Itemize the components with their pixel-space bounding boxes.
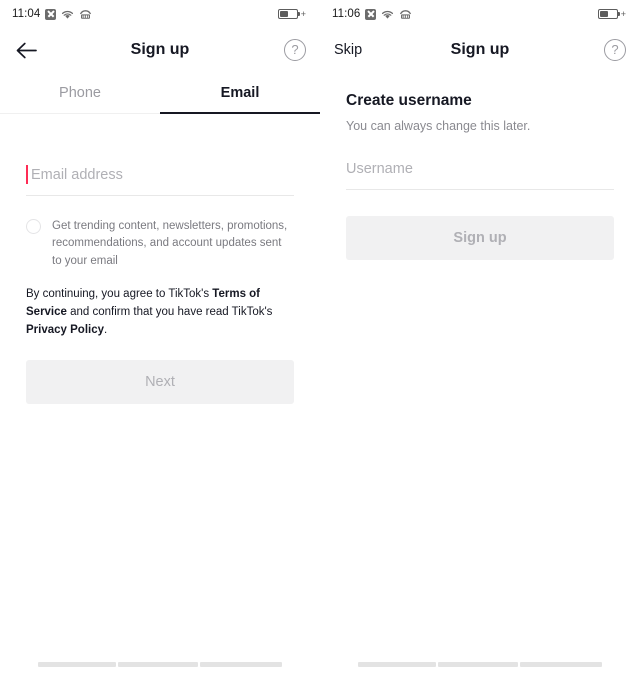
battery-icon [277, 9, 300, 19]
email-signup-form: Email address Get trending content, news… [0, 114, 320, 404]
dual-screen-container: 11:04 + Sign up ? Phone Email Email addr… [0, 0, 640, 675]
help-icon-label: ? [291, 42, 299, 57]
status-bar-left: 11:06 [332, 8, 412, 20]
create-username-screen: 11:06 + Skip Sign up ? Create username Y… [320, 0, 640, 675]
username-input[interactable]: Username [346, 160, 614, 190]
home-indicator-segment[interactable] [438, 662, 518, 667]
home-indicator-segment[interactable] [38, 662, 116, 667]
x-box-icon [45, 8, 57, 20]
home-indicator-segment[interactable] [520, 662, 602, 667]
text-caret [26, 165, 28, 184]
create-username-form: Create username You can always change th… [320, 72, 640, 260]
tab-phone-label: Phone [59, 84, 101, 101]
x-box-icon [365, 8, 377, 20]
email-input-placeholder: Email address [31, 167, 123, 183]
battery-charging-icon: + [620, 8, 626, 19]
page-title: Sign up [450, 41, 510, 58]
wifi-icon [61, 9, 74, 20]
battery-icon [597, 9, 620, 19]
battery-charging-icon: + [300, 8, 306, 19]
status-time: 11:04 [12, 8, 41, 20]
status-bar: 11:04 + [0, 0, 320, 28]
tab-email[interactable]: Email [160, 72, 320, 114]
battery-cap [617, 12, 620, 17]
home-indicator-segment[interactable] [118, 662, 198, 667]
home-indicator-bar [0, 662, 320, 667]
help-icon-label: ? [611, 42, 619, 57]
consent-checkbox[interactable] [26, 219, 41, 234]
tab-email-label: Email [220, 84, 260, 101]
terms-suffix: . [104, 324, 108, 337]
wifi-icon [381, 9, 394, 20]
signup-button-label: Sign up [453, 230, 507, 246]
status-bar: 11:06 + [320, 0, 640, 28]
terms-text: By continuing, you agree to TikTok's Ter… [26, 286, 294, 339]
signup-email-screen: 11:04 + Sign up ? Phone Email Email addr… [0, 0, 320, 675]
signal-icon [79, 9, 92, 20]
battery-fill [279, 11, 288, 17]
nav-header: Sign up ? [0, 28, 320, 72]
status-bar-left: 11:04 [12, 8, 92, 20]
section-subtitle: You can always change this later. [346, 119, 531, 133]
email-input[interactable]: Email address [26, 165, 294, 196]
privacy-policy-link[interactable]: Privacy Policy [26, 324, 104, 336]
skip-button[interactable]: Skip [334, 42, 362, 58]
terms-middle: and confirm that you have read TikTok's [66, 306, 273, 319]
nav-header: Skip Sign up ? [320, 28, 640, 72]
battery-cap [297, 12, 300, 17]
signal-icon [399, 9, 412, 20]
page-title: Sign up [130, 41, 190, 58]
signup-button[interactable]: Sign up [346, 216, 614, 260]
help-icon[interactable]: ? [604, 39, 626, 61]
home-indicator-segment[interactable] [200, 662, 282, 667]
home-indicator-segment[interactable] [358, 662, 436, 667]
status-bar-right: + [277, 8, 306, 19]
signup-method-tabs: Phone Email [0, 72, 320, 114]
next-button-label: Next [145, 373, 175, 390]
tab-phone[interactable]: Phone [0, 72, 160, 113]
section-heading: Create username [346, 92, 472, 109]
status-bar-right: + [597, 8, 626, 19]
help-icon[interactable]: ? [284, 39, 306, 61]
back-arrow-icon[interactable] [14, 38, 38, 62]
battery-fill [599, 11, 608, 17]
consent-text: Get trending content, newsletters, promo… [52, 220, 288, 267]
status-time: 11:06 [332, 8, 361, 20]
home-indicator-bar [320, 662, 640, 667]
username-input-placeholder: Username [346, 161, 413, 177]
terms-prefix: By continuing, you agree to TikTok's [26, 288, 213, 301]
next-button[interactable]: Next [26, 359, 294, 404]
marketing-consent-row[interactable]: Get trending content, newsletters, promo… [26, 218, 294, 270]
